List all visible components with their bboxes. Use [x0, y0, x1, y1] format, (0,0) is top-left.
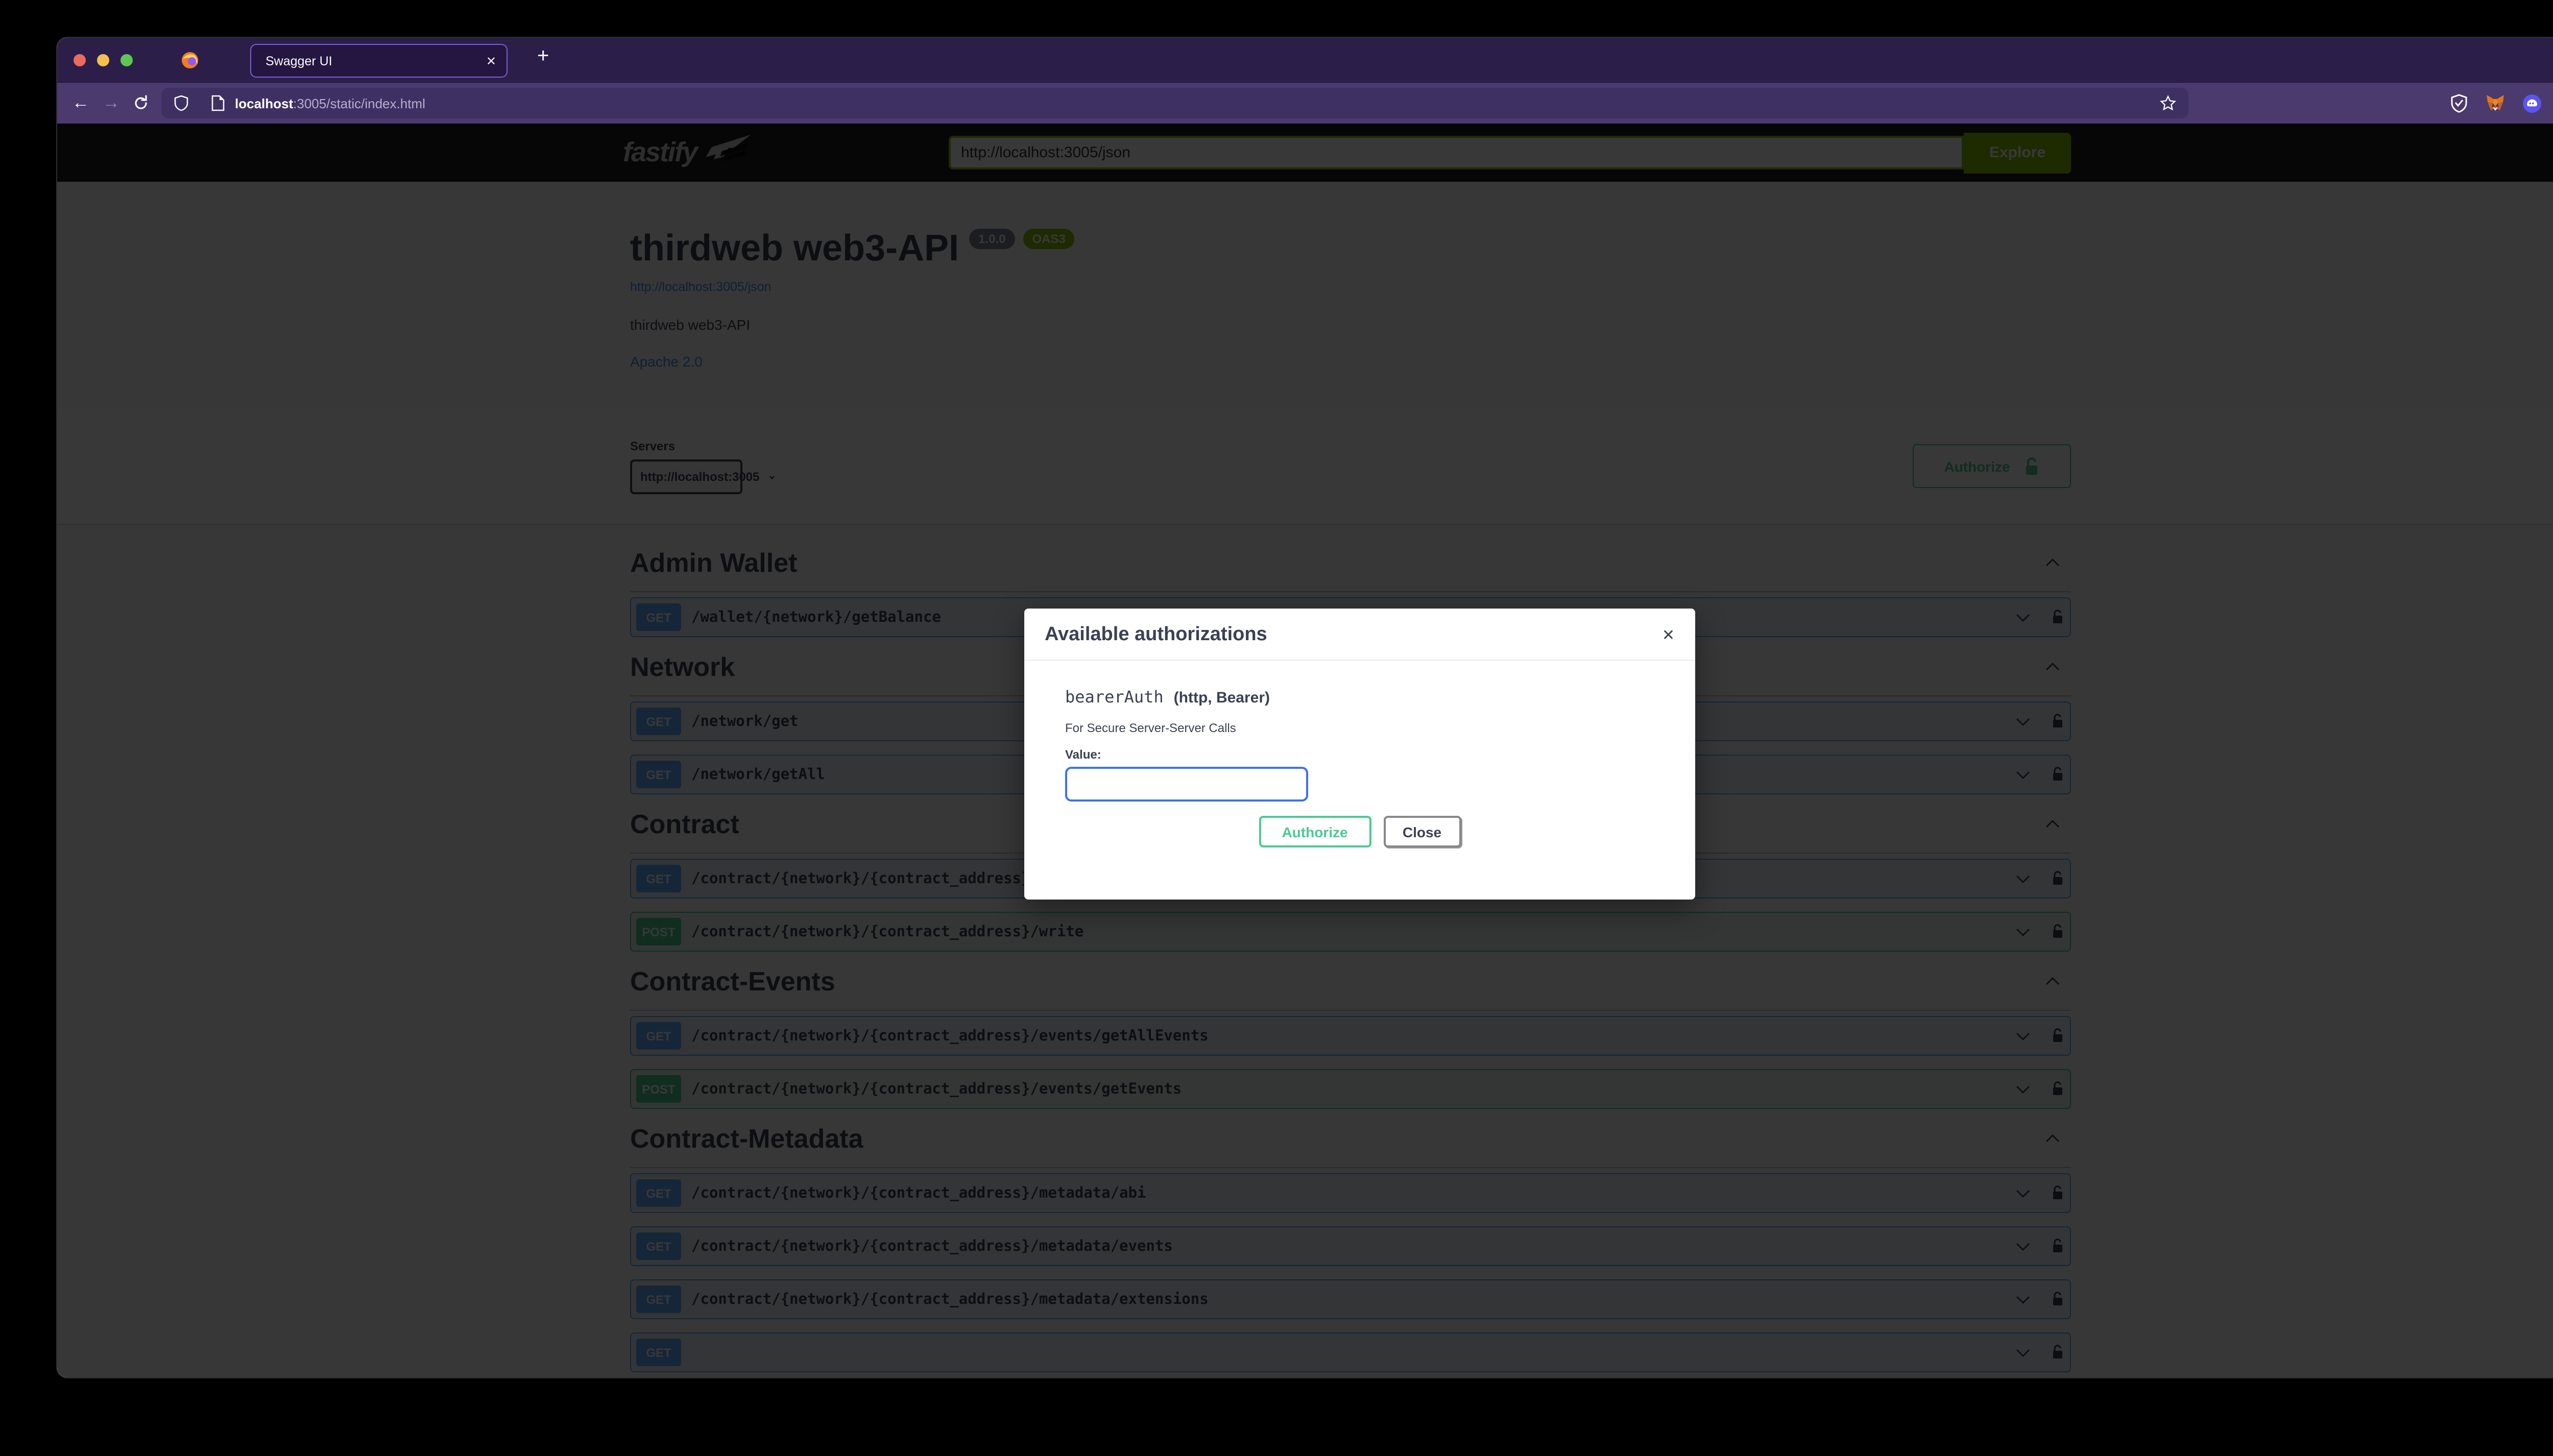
page-info-icon[interactable]: [199, 95, 225, 111]
modal-close-button[interactable]: Close: [1383, 816, 1461, 847]
url-path: :3005/static/index.html: [293, 95, 425, 111]
toolbar-extensions: [2450, 93, 2553, 113]
metamask-icon[interactable]: [2486, 94, 2505, 112]
back-button[interactable]: ←: [65, 93, 96, 113]
new-tab-button[interactable]: +: [537, 45, 549, 68]
minimize-window-button[interactable]: [97, 54, 109, 66]
window-controls: [74, 54, 133, 66]
auth-scheme-name: bearerAuth: [1065, 687, 1164, 707]
bookmark-star-icon[interactable]: [2148, 95, 2176, 111]
shield-check-icon[interactable]: [2450, 93, 2468, 113]
desktop: Swagger UI ✕ + ← → localhost:300: [0, 0, 2553, 1456]
value-label: Value:: [1065, 747, 1654, 762]
token-value-input[interactable]: [1065, 767, 1308, 802]
url-host: localhost: [235, 95, 293, 111]
reload-icon[interactable]: [133, 95, 149, 111]
address-bar[interactable]: localhost:3005/static/index.html: [161, 88, 2188, 118]
browser-window: Swagger UI ✕ + ← → localhost:300: [57, 38, 2553, 1377]
modal-title: Available authorizations: [1045, 624, 1267, 646]
maximize-window-button[interactable]: [121, 54, 133, 66]
browser-tab-bar: Swagger UI ✕ +: [57, 38, 2553, 82]
firefox-view-icon[interactable]: [180, 50, 200, 70]
authorizations-modal: Available authorizations ✕ bearerAuth (h…: [1024, 609, 1695, 900]
auth-scheme-description: For Secure Server-Server Calls: [1065, 721, 1654, 735]
forward-button[interactable]: →: [96, 93, 127, 113]
modal-close-icon[interactable]: ✕: [1662, 627, 1675, 643]
phantom-icon[interactable]: [2522, 93, 2542, 113]
modal-authorize-button[interactable]: Authorize: [1259, 816, 1371, 847]
tracking-shield-icon[interactable]: [161, 95, 189, 111]
tab-close-icon[interactable]: ✕: [486, 54, 496, 68]
auth-scheme-meta: (http, Bearer): [1174, 689, 1270, 707]
tab-title: Swagger UI: [266, 54, 486, 68]
browser-toolbar: ← → localhost:3005/static/index.html: [57, 82, 2553, 124]
swagger-page: fastify Explore: [57, 124, 2553, 1377]
close-window-button[interactable]: [74, 54, 86, 66]
tab-swagger-ui[interactable]: Swagger UI ✕: [250, 44, 508, 78]
